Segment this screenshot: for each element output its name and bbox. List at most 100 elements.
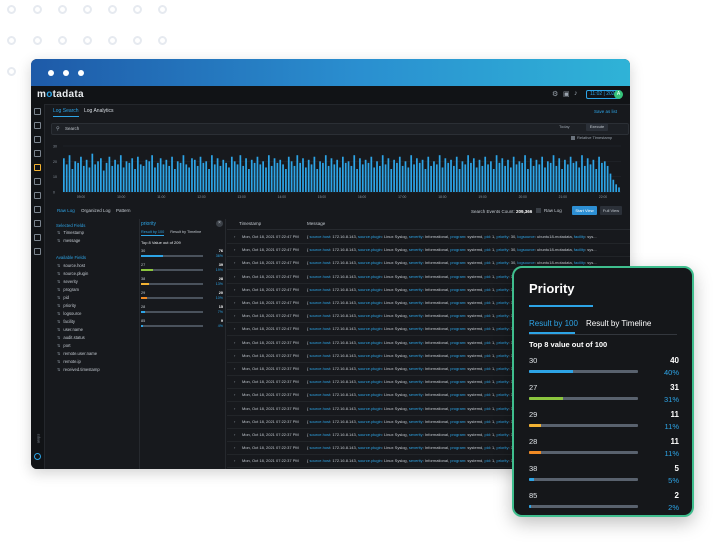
available-field[interactable]: priority: [57, 303, 76, 308]
histogram-bar[interactable]: [367, 162, 370, 192]
histogram-bar[interactable]: [379, 165, 381, 192]
save-as-list-link[interactable]: Save as list: [594, 109, 617, 114]
histogram-bar[interactable]: [273, 158, 276, 192]
histogram-bar[interactable]: [515, 164, 518, 192]
available-field[interactable]: remote.user.name: [57, 351, 97, 356]
histogram-bar[interactable]: [561, 169, 563, 192]
histogram-bar[interactable]: [472, 158, 475, 192]
nav-help-icon[interactable]: [34, 248, 41, 255]
histogram-bar[interactable]: [65, 164, 68, 192]
histogram-bar[interactable]: [97, 161, 99, 192]
histogram-bar[interactable]: [441, 167, 444, 192]
histogram-bar[interactable]: [68, 155, 71, 192]
histogram-bar[interactable]: [111, 165, 114, 192]
nav-flow-icon[interactable]: [34, 192, 41, 199]
filter-icon[interactable]: ⚲: [56, 126, 60, 132]
histogram-bar[interactable]: [487, 164, 489, 192]
histogram-bar[interactable]: [276, 162, 279, 192]
histogram-bar[interactable]: [239, 155, 242, 192]
histogram-bar[interactable]: [188, 167, 190, 192]
histogram-bar[interactable]: [293, 165, 296, 192]
available-field[interactable]: source.plugin: [57, 271, 88, 276]
histogram-bar[interactable]: [350, 165, 353, 192]
histogram-bar[interactable]: [359, 158, 361, 192]
available-field[interactable]: received.timestamp: [57, 367, 99, 372]
raw-log-checkbox[interactable]: [536, 208, 541, 214]
histogram-bar[interactable]: [253, 162, 256, 192]
histogram-bar[interactable]: [270, 165, 273, 192]
histogram-bar[interactable]: [80, 156, 82, 192]
histogram-bar[interactable]: [552, 155, 555, 192]
histogram-bar[interactable]: [484, 156, 487, 192]
histogram-bar[interactable]: [327, 165, 330, 192]
histogram-bar[interactable]: [114, 159, 116, 192]
histogram-bar[interactable]: [558, 158, 561, 192]
histogram-bar[interactable]: [151, 155, 153, 192]
histogram-bar[interactable]: [527, 169, 529, 192]
available-field[interactable]: logsource: [57, 311, 81, 316]
histogram-bar[interactable]: [168, 165, 171, 192]
mini-row[interactable]: 27 39 19%: [141, 263, 225, 275]
histogram-bar[interactable]: [532, 165, 535, 192]
expand-chevron-icon[interactable]: ›: [234, 313, 235, 318]
histogram-bar[interactable]: [304, 167, 307, 192]
histogram-bar[interactable]: [333, 164, 336, 192]
available-field[interactable]: source.host: [57, 263, 85, 268]
histogram-bar[interactable]: [134, 169, 136, 192]
histogram-bar[interactable]: [396, 162, 398, 192]
histogram-bar[interactable]: [393, 159, 395, 192]
expand-chevron-icon[interactable]: ›: [234, 406, 235, 411]
histogram-bar[interactable]: [182, 155, 185, 192]
mini-row[interactable]: 85 9 4%: [141, 319, 225, 331]
histogram-bar[interactable]: [601, 162, 603, 192]
histogram-bar[interactable]: [108, 156, 111, 192]
histogram-bar[interactable]: [236, 164, 239, 192]
histogram-bar[interactable]: [299, 162, 302, 192]
histogram-bar[interactable]: [262, 161, 264, 192]
histogram-bar[interactable]: [606, 165, 609, 192]
histogram-bar[interactable]: [490, 161, 492, 192]
histogram-bar[interactable]: [228, 167, 230, 192]
expand-chevron-icon[interactable]: ›: [234, 300, 235, 305]
histogram-bar[interactable]: [564, 159, 566, 192]
histogram-bar[interactable]: [433, 161, 435, 192]
histogram-bar[interactable]: [555, 165, 558, 192]
histogram-bar[interactable]: [572, 162, 575, 192]
expand-chevron-icon[interactable]: ›: [234, 340, 235, 345]
histogram-bar[interactable]: [458, 169, 461, 192]
plugin-icon[interactable]: ⚙: [552, 90, 558, 98]
relative-timestamp-checkbox[interactable]: [571, 135, 575, 140]
histogram-bar[interactable]: [88, 167, 91, 192]
spinner-icon[interactable]: [34, 453, 41, 460]
histogram-bar[interactable]: [193, 159, 196, 192]
histogram-bar[interactable]: [595, 169, 598, 192]
histogram-bar[interactable]: [202, 162, 205, 192]
histogram-bar[interactable]: [529, 158, 532, 192]
histogram-bar[interactable]: [438, 155, 441, 192]
histogram-bar[interactable]: [495, 155, 498, 192]
histogram-bar[interactable]: [165, 159, 168, 192]
histogram-bar[interactable]: [430, 165, 432, 192]
histogram-bar[interactable]: [148, 161, 151, 192]
full-view-button[interactable]: Full View: [600, 206, 622, 215]
histogram-bar[interactable]: [535, 159, 538, 192]
histogram-bar[interactable]: [265, 167, 267, 192]
histogram-bar[interactable]: [492, 169, 495, 192]
histogram-bar[interactable]: [248, 169, 250, 192]
histogram-bar[interactable]: [137, 156, 139, 192]
histogram-bar[interactable]: [256, 156, 259, 192]
mini-tab-result-by-timeline[interactable]: Result by Timeline: [170, 230, 201, 234]
histogram-bar[interactable]: [324, 155, 327, 192]
histogram-bar[interactable]: [122, 167, 125, 192]
histogram-bar[interactable]: [421, 159, 424, 192]
histogram-bar[interactable]: [174, 169, 176, 192]
histogram-bar[interactable]: [575, 161, 578, 192]
histogram-bar[interactable]: [353, 155, 356, 192]
histogram-bar[interactable]: [524, 155, 526, 192]
mini-row[interactable]: 30 76 36%: [141, 249, 225, 261]
histogram-bar[interactable]: [94, 164, 97, 192]
histogram-bar[interactable]: [230, 156, 233, 192]
histogram-bar[interactable]: [612, 179, 615, 192]
histogram-bar[interactable]: [618, 187, 620, 192]
histogram-bar[interactable]: [119, 155, 122, 192]
